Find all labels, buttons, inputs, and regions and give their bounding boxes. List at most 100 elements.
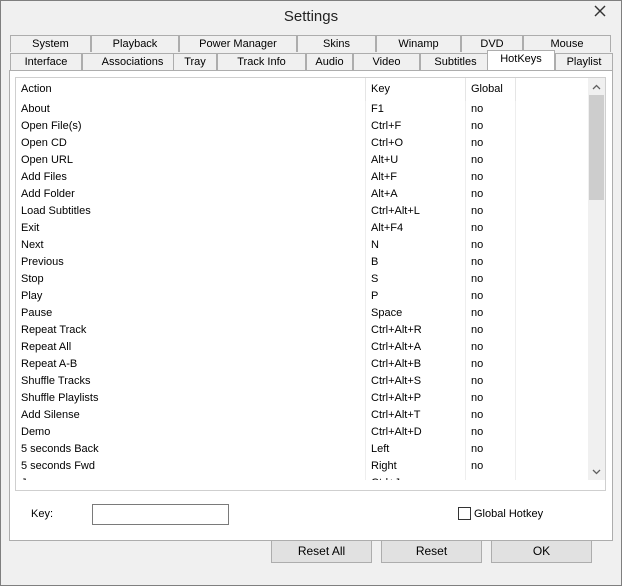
action-cell: Shuffle Playlists [16,390,366,407]
table-row[interactable]: Next Nno [16,237,591,254]
hotkey-table: Action Key Global About F1 no Open File(s) Ctrl… [16,78,591,480]
table-row[interactable]: Open File(s) Ctrl+F no [16,118,591,135]
key-cell: Alt+A [366,186,466,203]
table-row[interactable]: Load Subtitles Ctrl+Alt+L no [16,203,591,220]
global-cell: no [466,458,516,475]
tab-winamp[interactable]: Winamp [376,35,461,52]
table-row[interactable]: Shuffle Playlists Ctrl+Alt+P no [16,390,591,407]
global-hotkey-label[interactable]: Global Hotkey [474,508,543,520]
action-cell: Previous [16,254,366,271]
filler-cell [516,186,591,203]
scroll-down-button[interactable] [588,463,605,480]
tab-tray[interactable]: Tray [173,53,217,70]
vertical-scrollbar[interactable] [588,78,605,480]
action-cell: Load Subtitles [16,203,366,220]
table-row[interactable]: Open CD Ctrl+O no [16,135,591,152]
tab-system[interactable]: System [10,35,91,52]
tab-interface[interactable]: Interface [10,53,82,70]
action-cell: Next [16,237,366,254]
settings-window: Settings System Playback Power Manager Skin… [0,0,622,586]
table-row[interactable]: Open URL Alt+U no [16,152,591,169]
hotkey-list[interactable]: Action Key Global About F1 no Open File(s) Ctrl… [15,77,606,491]
reset-all-button[interactable]: Reset All [271,540,372,563]
tab-skins[interactable]: Skins [297,35,376,52]
table-row[interactable]: Demo Ctrl+Alt+D no [16,424,591,441]
reset-button[interactable]: Reset [381,540,482,563]
action-cell: Jump [16,475,366,480]
global-cell: no [466,288,516,305]
column-header-global[interactable]: Global [466,78,516,101]
global-cell: no [466,237,516,254]
tab-associations[interactable]: Associations [82,53,183,70]
key-cell: N [366,237,466,254]
column-header-key[interactable]: Key [366,78,466,101]
global-cell: no [466,220,516,237]
close-button[interactable] [586,2,614,20]
column-header-action[interactable]: Action [16,78,366,101]
global-cell: no [466,186,516,203]
ok-button[interactable]: OK [491,540,592,563]
scrollbar-thumb[interactable] [589,95,604,200]
key-label: Key: [31,508,54,520]
global-cell: no [466,305,516,322]
key-cell: Ctrl+Alt+S [366,373,466,390]
table-row[interactable]: Pause Space no [16,305,591,322]
filler-cell [516,152,591,169]
global-hotkey-checkbox[interactable] [458,507,471,520]
window-title: Settings [283,8,339,25]
key-cell: F1 [366,101,466,118]
tab-subtitles[interactable]: Subtitles [420,53,491,70]
table-row[interactable]: About F1 no [16,101,591,118]
global-cell: no [466,271,516,288]
tab-playback[interactable]: Playback [91,35,179,52]
table-row[interactable]: Add Folder Alt+A no [16,186,591,203]
table-row[interactable]: 5 seconds Fwd Right no [16,458,591,475]
filler-cell [516,339,591,356]
table-row[interactable]: JumpCtrl+Jno [16,475,591,480]
key-cell: Ctrl+Alt+T [366,407,466,424]
tab-video[interactable]: Video [353,53,420,70]
global-cell: no [466,322,516,339]
action-cell: About [16,101,366,118]
table-row[interactable]: Previous Bno [16,254,591,271]
hotkeys-panel: Action Key Global About F1 no Open File(s) Ctrl… [9,70,613,541]
filler-cell [516,458,591,475]
global-cell: no [466,373,516,390]
filler-cell [516,322,591,339]
key-cell: Ctrl+Alt+R [366,322,466,339]
tab-power-manager[interactable]: Power Manager [179,35,297,52]
table-row[interactable]: Repeat Track Ctrl+Alt+R no [16,322,591,339]
global-cell: no [466,356,516,373]
table-row[interactable]: Add Files Alt+F no [16,169,591,186]
action-cell: Demo [16,424,366,441]
filler-cell [516,441,591,458]
global-cell: no [466,101,516,118]
global-cell: no [466,407,516,424]
key-cell: Ctrl+J [366,475,466,480]
action-cell: Open URL [16,152,366,169]
key-cell: P [366,288,466,305]
action-cell: Shuffle Tracks [16,373,366,390]
table-row[interactable]: Repeat All Ctrl+Alt+A no [16,339,591,356]
tab-playlist[interactable]: Playlist [555,53,613,70]
key-input[interactable] [92,504,229,525]
table-row[interactable]: Exit Alt+F4 no [16,220,591,237]
table-row[interactable]: Repeat A-B Ctrl+Alt+B no [16,356,591,373]
scroll-up-button[interactable] [588,78,605,95]
tab-track-info[interactable]: Track Info [217,53,306,70]
table-row[interactable]: Shuffle Tracks Ctrl+Alt+S no [16,373,591,390]
key-cell: Alt+F4 [366,220,466,237]
filler-cell [516,390,591,407]
key-cell: S [366,271,466,288]
tab-audio[interactable]: Audio [306,53,353,70]
filler-cell [516,237,591,254]
filler-cell [516,220,591,237]
action-cell: Add Folder [16,186,366,203]
table-row[interactable]: Play Pno [16,288,591,305]
tab-hotkeys[interactable]: HotKeys [487,50,555,70]
table-row[interactable]: Stop Sno [16,271,591,288]
table-row[interactable]: Add Silense Ctrl+Alt+T no [16,407,591,424]
filler-cell [516,356,591,373]
filler-cell [516,288,591,305]
table-row[interactable]: 5 seconds Back Left no [16,441,591,458]
